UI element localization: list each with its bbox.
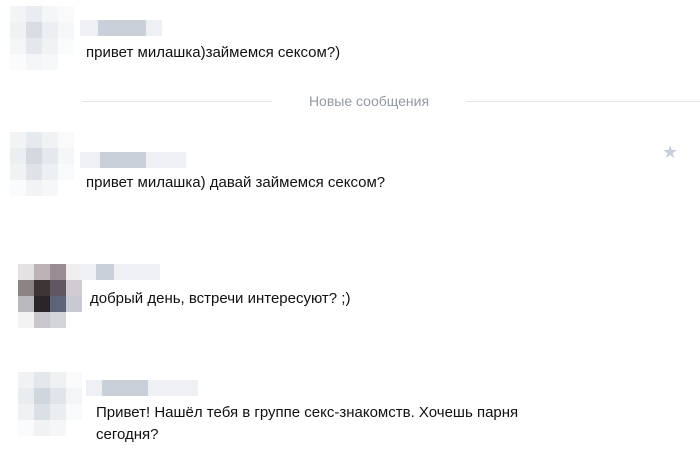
star-icon[interactable]: ★ (662, 143, 678, 161)
new-messages-divider: Новые сообщения (82, 91, 700, 111)
message-text: добрый день, встречи интересуют? ;) (90, 290, 351, 307)
divider-label: Новые сообщения (308, 93, 430, 109)
sender-name-pixelated[interactable] (80, 152, 186, 168)
divider-line (466, 101, 700, 102)
divider-line (82, 101, 272, 102)
sender-name-pixelated[interactable] (80, 20, 162, 36)
message-text: привет милашка)займемся сексом?) (86, 44, 341, 61)
message-4: Привет! Нашёл тебя в группе секс-знакомс… (0, 350, 700, 473)
message-text: Привет! Нашёл тебя в группе секс-знакомс… (96, 404, 519, 443)
message-text: привет милашка) давай займемся сексом? (86, 174, 386, 191)
sender-name-pixelated[interactable] (80, 264, 160, 280)
message-3: добрый день, встречи интересуют? ;) (0, 250, 700, 330)
message-1: привет милашка)займемся сексом?) (0, 0, 700, 80)
avatar[interactable] (10, 6, 74, 70)
sender-name-pixelated[interactable] (86, 380, 198, 396)
avatar[interactable] (18, 264, 82, 328)
avatar[interactable] (10, 132, 74, 196)
message-2: привет милашка) давай займемся сексом? (0, 120, 700, 210)
avatar[interactable] (18, 372, 82, 436)
